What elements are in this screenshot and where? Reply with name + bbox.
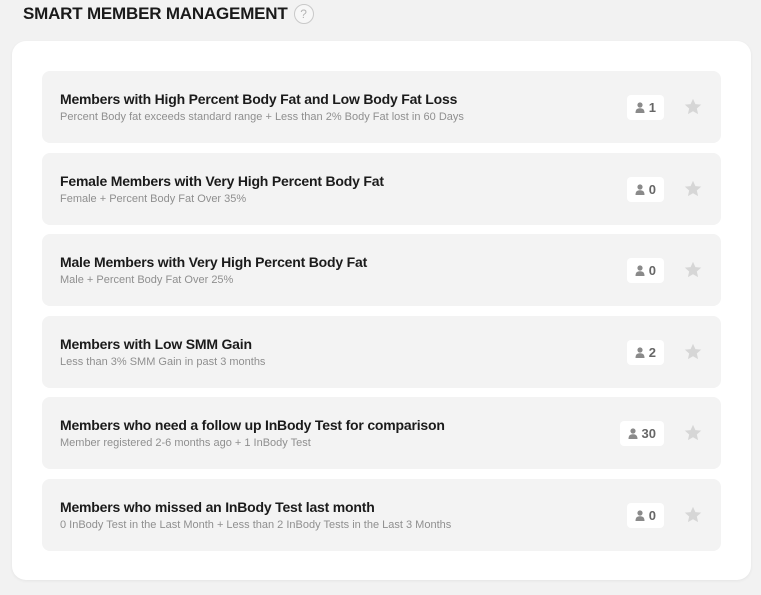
star-icon[interactable] <box>683 179 703 199</box>
member-count: 0 <box>648 263 656 278</box>
smart-group-item[interactable]: Male Members with Very High Percent Body… <box>42 234 721 306</box>
item-title: Members who need a follow up InBody Test… <box>60 417 445 433</box>
star-icon[interactable] <box>683 260 703 280</box>
person-icon <box>635 102 645 113</box>
smart-group-item[interactable]: Female Members with Very High Percent Bo… <box>42 152 721 225</box>
person-icon <box>628 428 638 439</box>
page-title: SMART MEMBER MANAGEMENT <box>23 4 288 23</box>
item-title: Male Members with Very High Percent Body… <box>60 254 368 270</box>
star-icon[interactable] <box>683 505 703 525</box>
member-count-badge[interactable]: 0 <box>626 258 664 283</box>
person-icon <box>635 183 645 195</box>
item-subtitle: Member registered 2-6 months ago + 1 InB… <box>60 437 311 449</box>
item-subtitle: Less than 3% SMM Gain in past 3 months <box>60 355 266 368</box>
member-count: 0 <box>648 507 656 523</box>
member-count: 0 <box>648 181 656 197</box>
member-count-badge[interactable]: 2 <box>626 339 664 365</box>
member-count: 1 <box>648 100 656 115</box>
member-count: 2 <box>648 344 656 360</box>
page: SMART MEMBER MANAGEMENT ? Members with H… <box>0 0 761 595</box>
smart-group-item[interactable]: Members with Low SMM Gain Less than 3% S… <box>42 315 721 388</box>
item-subtitle: 0 InBody Test in the Last Month + Less t… <box>60 518 452 531</box>
item-title: Members with Low SMM Gain <box>60 335 252 352</box>
member-count-badge[interactable]: 0 <box>626 176 664 202</box>
smart-group-list: Members with High Percent Body Fat and L… <box>42 71 721 560</box>
smart-group-item[interactable]: Members with High Percent Body Fat and L… <box>42 71 721 143</box>
person-icon <box>635 346 645 358</box>
item-subtitle: Percent Body fat exceeds standard range … <box>60 111 464 123</box>
star-icon[interactable] <box>683 342 703 362</box>
page-header: SMART MEMBER MANAGEMENT ? <box>23 4 314 24</box>
item-title: Members who missed an InBody Test last m… <box>60 498 375 515</box>
item-subtitle: Male + Percent Body Fat Over 25% <box>60 274 234 286</box>
item-subtitle: Female + Percent Body Fat Over 35% <box>60 192 247 205</box>
person-icon <box>635 509 645 521</box>
member-count-badge[interactable]: 1 <box>626 95 664 120</box>
smart-group-item[interactable]: Members who missed an InBody Test last m… <box>42 478 721 551</box>
star-icon[interactable] <box>683 423 703 443</box>
member-count-badge[interactable]: 0 <box>626 502 664 528</box>
person-icon <box>635 265 645 276</box>
help-icon[interactable]: ? <box>293 4 314 24</box>
star-icon[interactable] <box>683 97 703 117</box>
item-title: Female Members with Very High Percent Bo… <box>60 172 384 189</box>
item-title: Members with High Percent Body Fat and L… <box>60 91 458 107</box>
member-count-badge[interactable]: 30 <box>619 421 664 446</box>
member-count: 30 <box>641 426 656 441</box>
smart-group-item[interactable]: Members who need a follow up InBody Test… <box>42 397 721 469</box>
smart-member-card: Members with High Percent Body Fat and L… <box>12 41 751 580</box>
